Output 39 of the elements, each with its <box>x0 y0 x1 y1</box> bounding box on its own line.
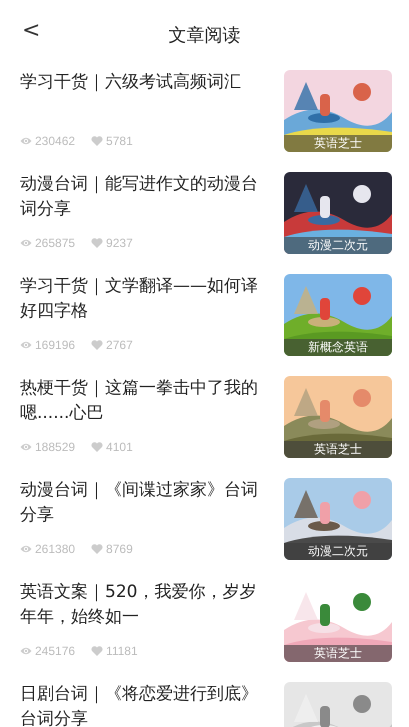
like-count: 4101 <box>106 440 133 454</box>
heart-icon <box>91 237 104 249</box>
like-count: 9237 <box>106 236 133 250</box>
view-count: 169196 <box>35 338 76 352</box>
view-count: 230462 <box>35 134 76 148</box>
eye-icon <box>20 645 32 657</box>
article-title[interactable]: 动漫台词｜能写进作文的动漫台词分享 <box>20 172 260 228</box>
view-count: 261380 <box>35 542 76 556</box>
eye-icon <box>20 339 32 351</box>
category-label: 英语芝士 <box>284 645 392 662</box>
heart-icon <box>91 543 104 555</box>
eye-icon <box>20 543 32 555</box>
page-title: 文章阅读 <box>168 24 240 47</box>
view-count: 245176 <box>35 644 76 658</box>
category-label: 新概念英语 <box>284 339 392 356</box>
heart-icon <box>91 339 104 351</box>
article-title[interactable]: 动漫台词｜《间谍过家家》台词分享 <box>20 478 260 534</box>
category-label: 英语芝士 <box>284 135 392 152</box>
eye-icon <box>20 237 32 249</box>
like-count: 11181 <box>106 644 138 658</box>
heart-icon <box>91 135 104 147</box>
like-count: 5781 <box>106 134 133 148</box>
category-label: 英语芝士 <box>284 441 392 458</box>
heart-icon <box>91 645 104 657</box>
article-title[interactable]: 热梗干货｜这篇一拳击中了我的嗯......心巴 <box>20 376 260 432</box>
article-title[interactable]: 学习干货｜文学翻译——如何译好四字格 <box>20 274 260 330</box>
like-count: 2767 <box>106 338 133 352</box>
article-title[interactable]: 学习干货｜六级考试高频词汇 <box>20 70 260 126</box>
eye-icon <box>20 441 32 453</box>
view-count: 265875 <box>35 236 76 250</box>
article-title[interactable]: 英语文案｜520，我爱你，岁岁年年，始终如一 <box>20 580 260 636</box>
view-count: 188529 <box>35 440 76 454</box>
heart-icon <box>91 441 104 453</box>
article-title[interactable]: 日剧台词｜《将恋爱进行到底》台词分享 <box>20 682 260 727</box>
category-label: 动漫二次元 <box>284 543 392 560</box>
eye-icon <box>20 135 32 147</box>
back-button[interactable]: < <box>18 18 44 43</box>
category-label: 动漫二次元 <box>284 237 392 254</box>
like-count: 8769 <box>106 542 133 556</box>
